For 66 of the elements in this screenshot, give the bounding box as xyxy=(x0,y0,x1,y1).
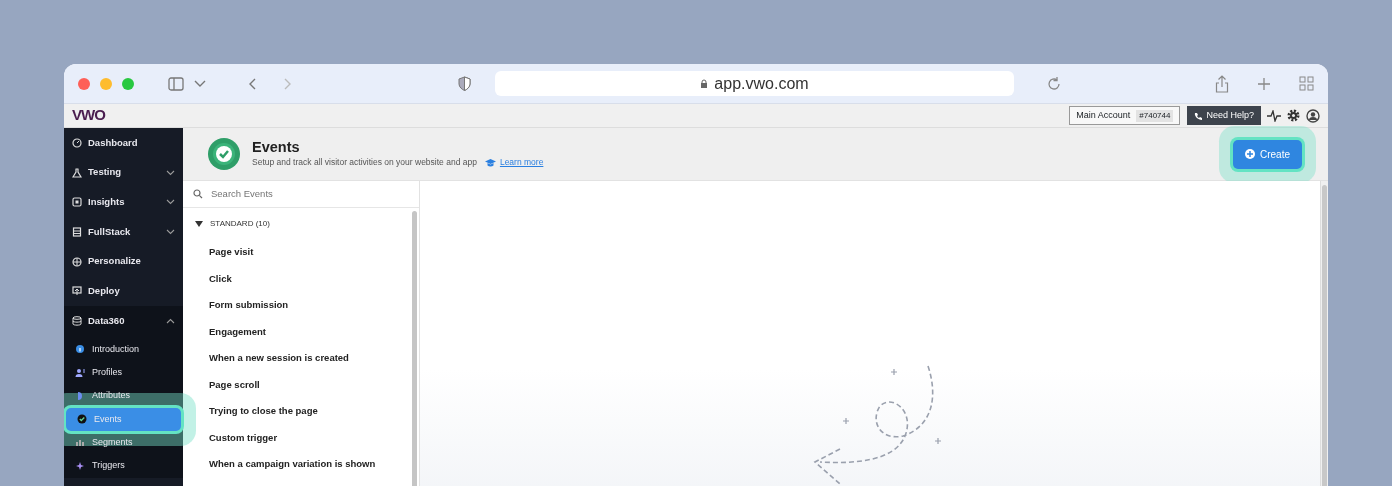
plus-icon[interactable] xyxy=(1257,76,1271,91)
sidebar-item[interactable]: FullStack xyxy=(64,217,183,247)
menu-item-icon xyxy=(72,226,82,237)
event-item[interactable]: Custom trigger xyxy=(183,424,419,451)
create-button[interactable]: Create xyxy=(1233,139,1302,169)
event-item[interactable]: Page scroll xyxy=(183,371,419,398)
menu-item-icon xyxy=(72,256,82,267)
sidebar-item[interactable]: Testing xyxy=(64,157,183,188)
account-selector[interactable]: Main Account #740744 xyxy=(1069,105,1181,126)
event-item[interactable]: Click xyxy=(183,265,419,292)
sidebar-item[interactable]: Dashboard xyxy=(64,128,183,158)
shield-icon[interactable] xyxy=(458,76,471,91)
activity-icon[interactable] xyxy=(1267,109,1281,122)
sidebar-item[interactable]: Data360 xyxy=(64,306,183,336)
forward-icon[interactable] xyxy=(284,77,292,90)
search-icon xyxy=(193,189,203,199)
scrollbar[interactable] xyxy=(412,211,417,486)
menu-item-icon xyxy=(77,414,87,425)
menu-item-icon xyxy=(72,167,82,178)
plus-circle-icon xyxy=(1245,149,1255,159)
menu-item-icon xyxy=(72,137,82,148)
menu-item-icon xyxy=(75,391,85,402)
sidebar-item[interactable]: Personalize xyxy=(64,246,183,277)
sidebar-item[interactable]: Insights xyxy=(64,187,183,218)
event-item[interactable]: When a campaign variation is shown xyxy=(183,451,419,478)
menu-item-icon xyxy=(75,344,85,355)
event-item[interactable]: Page visit xyxy=(183,239,419,266)
menu-item-icon xyxy=(75,367,85,378)
event-item[interactable]: Form submission xyxy=(183,292,419,319)
event-item[interactable]: Engagement xyxy=(183,318,419,345)
event-item[interactable]: Trying to close the page xyxy=(183,398,419,425)
settings-icon[interactable] xyxy=(1287,109,1300,122)
sidebar-subitem[interactable]: Introduction xyxy=(64,337,183,362)
page-subtitle: Setup and track all visitor activities on your website and app xyxy=(252,156,477,170)
chevron-down-icon[interactable] xyxy=(194,79,206,88)
menu-item-icon xyxy=(72,197,82,208)
phone-icon xyxy=(1194,111,1203,120)
check-badge-icon xyxy=(208,138,240,170)
sidebar-toggle-icon[interactable] xyxy=(168,76,184,91)
window-control-button[interactable] xyxy=(78,77,90,90)
sidebar-subitem[interactable]: Segments xyxy=(64,431,183,455)
back-icon[interactable] xyxy=(248,77,256,90)
search-field[interactable]: Search Events xyxy=(209,185,399,203)
event-item[interactable]: When a new session is created xyxy=(183,345,419,372)
graduation-cap-icon xyxy=(484,158,496,167)
menu-item-icon xyxy=(72,315,82,326)
sidebar-subitem[interactable]: Attributes xyxy=(64,384,183,408)
menu-item-icon xyxy=(72,286,82,297)
user-avatar-icon[interactable] xyxy=(1306,108,1320,123)
logo[interactable]: VWO xyxy=(72,104,105,127)
menu-item-icon xyxy=(75,437,85,448)
address-bar[interactable]: app.vwo.com xyxy=(495,71,1014,96)
sidebar-item[interactable]: Deploy xyxy=(64,276,183,307)
share-icon[interactable] xyxy=(1215,74,1229,93)
help-button[interactable]: Need Help? xyxy=(1187,105,1261,126)
menu-item-icon xyxy=(75,460,85,471)
group-header[interactable]: STANDARD (10) xyxy=(183,208,419,239)
scrollbar[interactable] xyxy=(1322,185,1327,486)
learn-more-link[interactable]: Learn more xyxy=(484,156,544,170)
sidebar-subitem[interactable]: Profiles xyxy=(64,361,183,385)
reload-icon[interactable] xyxy=(1046,75,1062,92)
sidebar-subitem[interactable]: Triggers xyxy=(64,454,183,478)
window-control-button[interactable] xyxy=(122,77,134,90)
tab-overview-icon[interactable] xyxy=(1299,76,1314,91)
lock-icon xyxy=(700,78,709,89)
page-title: Events xyxy=(252,138,301,157)
